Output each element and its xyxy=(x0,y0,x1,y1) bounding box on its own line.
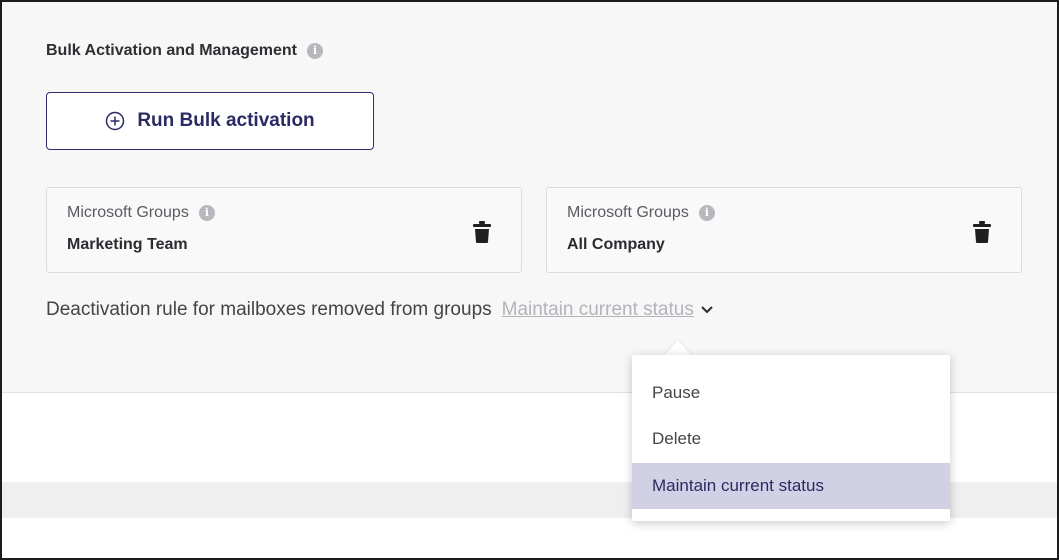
chevron-down-icon[interactable] xyxy=(700,305,714,315)
plus-circle-icon xyxy=(105,111,125,131)
info-icon[interactable]: i xyxy=(307,43,323,59)
deactivation-rule-dropdown: Pause Delete Maintain current status xyxy=(632,355,950,521)
dropdown-option-pause[interactable]: Pause xyxy=(632,370,950,416)
section-title-text: Bulk Activation and Management xyxy=(46,42,297,59)
run-bulk-activation-label: Run Bulk activation xyxy=(137,110,315,131)
dropdown-option-maintain-current-status[interactable]: Maintain current status xyxy=(632,463,950,509)
app-frame: Bulk Activation and Management i Run Bul… xyxy=(0,0,1059,560)
info-icon[interactable]: i xyxy=(698,205,715,221)
deactivation-rule-select[interactable]: Maintain current status xyxy=(502,299,694,321)
trash-icon[interactable] xyxy=(971,220,993,244)
group-name: All Company xyxy=(567,236,665,253)
run-bulk-activation-button[interactable]: Run Bulk activation xyxy=(46,92,374,150)
dropdown-option-delete[interactable]: Delete xyxy=(632,416,950,462)
group-card-all-company: Microsoft Groups i All Company xyxy=(546,187,1022,273)
deactivation-rule-row: Deactivation rule for mailboxes removed … xyxy=(46,299,714,321)
group-label-text: Microsoft Groups xyxy=(567,204,689,221)
trash-icon[interactable] xyxy=(471,220,493,244)
section-title: Bulk Activation and Management i xyxy=(46,42,323,60)
group-card-label: Microsoft Groups i xyxy=(67,204,215,222)
group-label-text: Microsoft Groups xyxy=(67,204,189,221)
dropdown-caret xyxy=(664,340,692,356)
group-card-label: Microsoft Groups i xyxy=(567,204,715,222)
group-name: Marketing Team xyxy=(67,236,188,253)
info-icon[interactable]: i xyxy=(198,205,215,221)
bulk-activation-panel: Bulk Activation and Management i Run Bul… xyxy=(2,2,1057,393)
group-card-marketing: Microsoft Groups i Marketing Team xyxy=(46,187,522,273)
deactivation-rule-label: Deactivation rule for mailboxes removed … xyxy=(46,299,492,320)
